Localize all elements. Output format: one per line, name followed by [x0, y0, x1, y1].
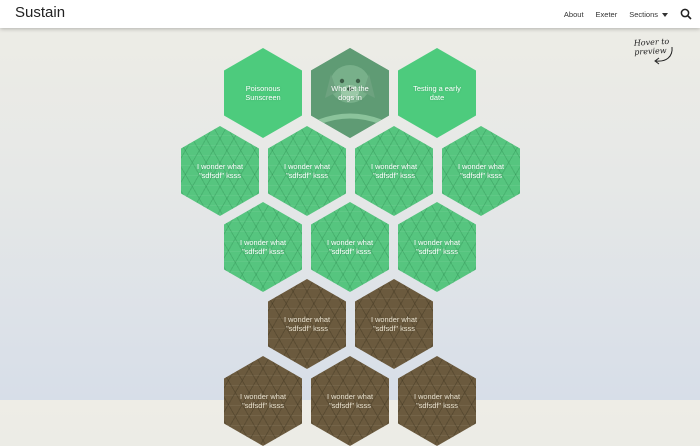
hex-label: I wonder what "sdfsdf" ksss [239, 238, 286, 256]
nav-sections[interactable]: Sections [629, 10, 668, 19]
hex-tile[interactable]: I wonder what "sdfsdf" ksss [398, 356, 476, 446]
caret-down-icon [662, 12, 668, 17]
hex-tile[interactable]: I wonder what "sdfsdf" ksss [398, 202, 476, 292]
nav-links: About Exeter Sections [564, 0, 692, 28]
hex-label: Poisonous Sunscreen [245, 84, 281, 102]
hex-tile[interactable]: Testing a early date [398, 48, 476, 138]
hex-label: I wonder what "sdfsdf" ksss [413, 392, 460, 410]
hex-tile[interactable]: I wonder what "sdfsdf" ksss [224, 356, 302, 446]
navbar: Sustain About Exeter Sections [0, 0, 700, 28]
hex-label: I wonder what "sdfsdf" ksss [413, 238, 460, 256]
hex-label: Who let the dogs in [331, 84, 369, 102]
hex-label: I wonder what "sdfsdf" ksss [326, 392, 373, 410]
hex-tile[interactable]: I wonder what "sdfsdf" ksss [311, 202, 389, 292]
hex-label: I wonder what "sdfsdf" ksss [196, 162, 243, 180]
hex-tile[interactable]: I wonder what "sdfsdf" ksss [181, 126, 259, 216]
hex-label: I wonder what "sdfsdf" ksss [370, 162, 417, 180]
hex-tile[interactable]: I wonder what "sdfsdf" ksss [268, 279, 346, 369]
nav-exeter[interactable]: Exeter [596, 10, 618, 19]
hex-label: I wonder what "sdfsdf" ksss [283, 315, 330, 333]
hex-tile[interactable]: I wonder what "sdfsdf" ksss [442, 126, 520, 216]
hex-tile[interactable]: I wonder what "sdfsdf" ksss [355, 279, 433, 369]
curved-arrow-icon [654, 46, 673, 65]
hex-label: I wonder what "sdfsdf" ksss [326, 238, 373, 256]
hex-tile[interactable]: Poisonous Sunscreen [224, 48, 302, 138]
hex-tile[interactable]: I wonder what "sdfsdf" ksss [311, 356, 389, 446]
hex-label: I wonder what "sdfsdf" ksss [283, 162, 330, 180]
hex-tile[interactable]: I wonder what "sdfsdf" ksss [224, 202, 302, 292]
hex-label: I wonder what "sdfsdf" ksss [239, 392, 286, 410]
nav-about[interactable]: About [564, 10, 584, 19]
hex-label: I wonder what "sdfsdf" ksss [370, 315, 417, 333]
hex-tile[interactable]: I wonder what "sdfsdf" ksss [268, 126, 346, 216]
hex-label: Testing a early date [413, 84, 461, 102]
hex-tile[interactable]: I wonder what "sdfsdf" ksss [355, 126, 433, 216]
brand-title[interactable]: Sustain [15, 4, 65, 21]
nav-sections-label: Sections [629, 9, 658, 19]
hex-label: I wonder what "sdfsdf" ksss [457, 162, 504, 180]
hex-tile[interactable]: Who let the dogs in [311, 48, 389, 138]
search-icon[interactable] [680, 8, 692, 20]
